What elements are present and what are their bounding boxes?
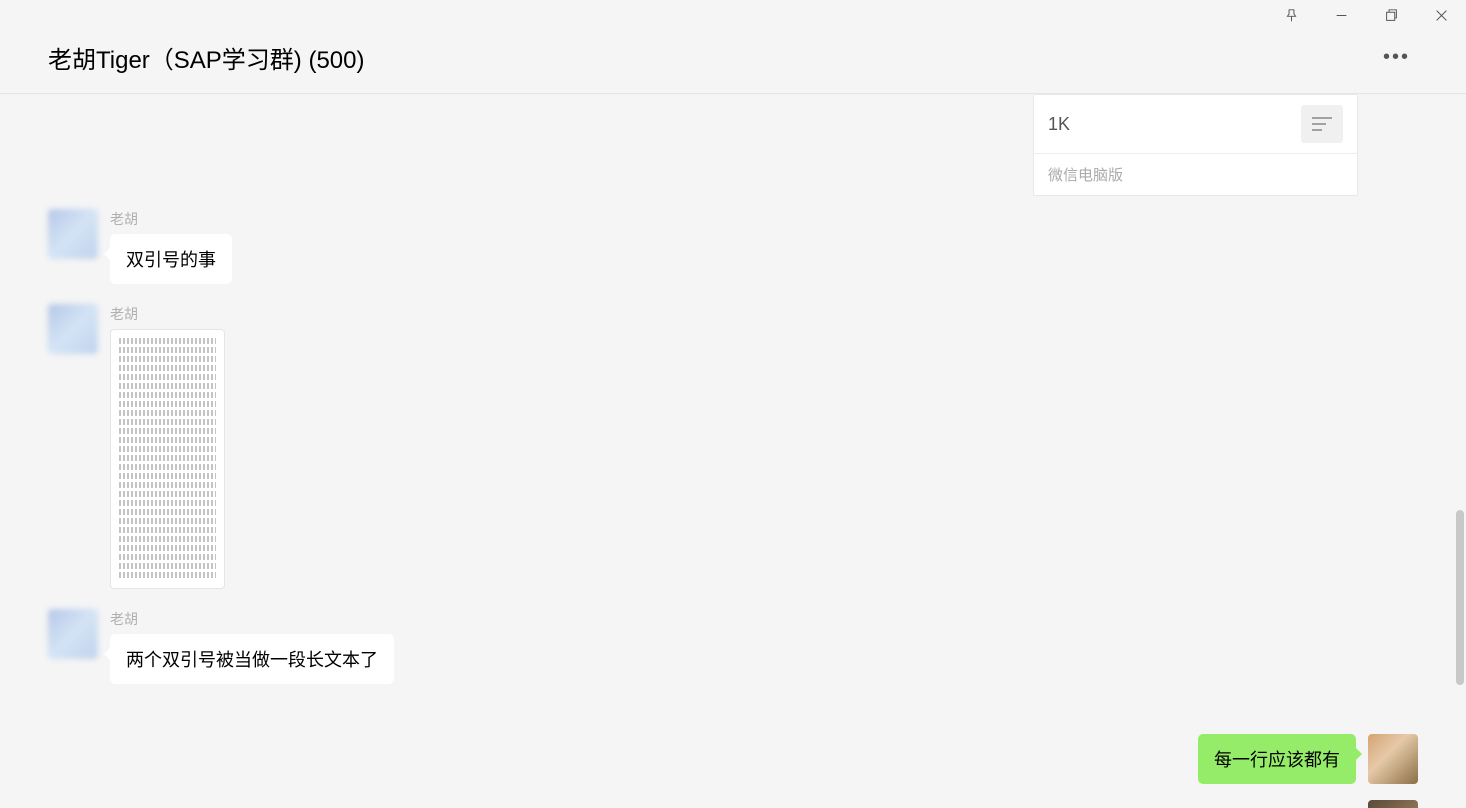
close-button[interactable]: [1426, 0, 1456, 30]
image-thumbnail: [117, 336, 218, 582]
avatar[interactable]: [48, 304, 98, 354]
my-message-row: 每一行应该都有: [48, 734, 1418, 784]
message-bubble[interactable]: 两个双引号被当做一段长文本了: [110, 634, 394, 684]
message-row: 老胡 两个双引号被当做一段长文本了: [48, 609, 1418, 684]
sender-name: 老胡: [110, 209, 232, 229]
message-row: 老胡: [48, 304, 1418, 589]
chat-header: 老胡Tiger（SAP学习群) (500) •••: [0, 30, 1466, 94]
my-avatar[interactable]: [1368, 734, 1418, 784]
text-lines-icon: [1301, 105, 1343, 143]
maximize-button[interactable]: [1376, 0, 1406, 30]
link-card[interactable]: 1K 微信电脑版: [1033, 94, 1358, 196]
message-bubble[interactable]: 双引号的事: [110, 234, 232, 284]
link-card-top: 1K: [1034, 95, 1357, 153]
image-message[interactable]: [110, 329, 225, 589]
my-message-bubble[interactable]: 每一行应该都有: [1198, 734, 1356, 784]
scrollbar[interactable]: [1456, 510, 1464, 685]
chat-title: 老胡Tiger（SAP学习群) (500): [48, 40, 365, 75]
minimize-button[interactable]: [1326, 0, 1356, 30]
chat-area: 1K 微信电脑版 老胡 双引号的事 老胡: [0, 94, 1466, 808]
more-button[interactable]: •••: [1383, 46, 1418, 69]
sender-name: 老胡: [110, 304, 225, 324]
window-titlebar: [0, 0, 1466, 30]
message-content: 老胡 双引号的事: [110, 209, 232, 284]
message-content: 老胡 两个双引号被当做一段长文本了: [110, 609, 394, 684]
sender-name: 老胡: [110, 609, 394, 629]
pin-button[interactable]: [1276, 0, 1306, 30]
avatar[interactable]: [48, 609, 98, 659]
link-card-source: 微信电脑版: [1034, 153, 1357, 195]
next-avatar-peek: [1368, 800, 1418, 808]
message-content: 老胡: [110, 304, 225, 589]
link-card-count: 1K: [1048, 114, 1070, 135]
avatar[interactable]: [48, 209, 98, 259]
message-row: 老胡 双引号的事: [48, 209, 1418, 284]
